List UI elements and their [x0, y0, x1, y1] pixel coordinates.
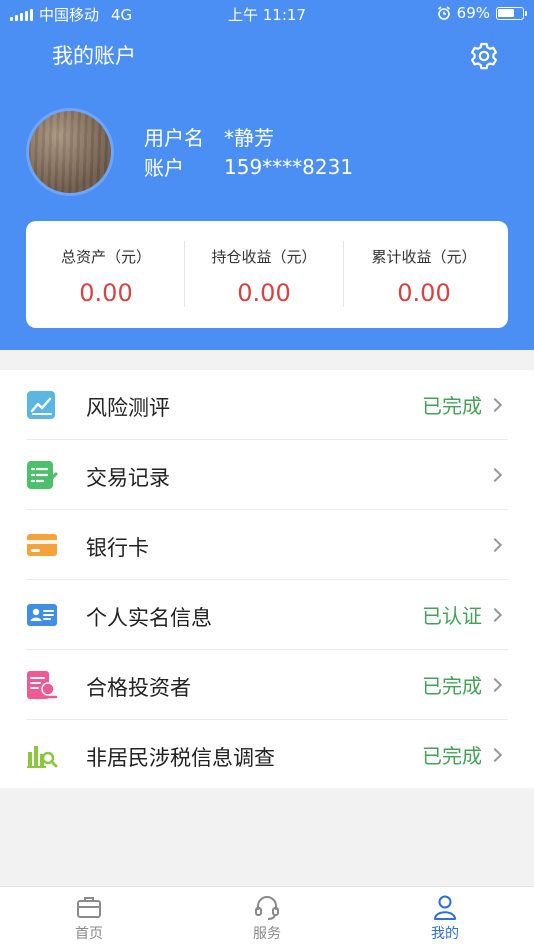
- menu-item-tax-survey[interactable]: 非居民涉税信息调查 已完成: [0, 720, 534, 790]
- tab-label: 服务: [253, 926, 281, 942]
- menu-status: 已认证: [422, 604, 482, 628]
- briefcase-icon: [77, 897, 101, 918]
- cumulative-earnings[interactable]: 累计收益（元） 0.00: [344, 221, 504, 328]
- tab-service[interactable]: 服务: [178, 887, 356, 950]
- holding-earnings-value: 0.00: [237, 279, 291, 307]
- menu-status: 已完成: [422, 674, 482, 698]
- id-card-icon: [27, 604, 57, 626]
- chevron-right-icon: [487, 677, 503, 693]
- username-value: *静芳: [224, 126, 274, 150]
- chevron-right-icon: [487, 537, 503, 553]
- qualified-investor-icon: [27, 671, 58, 699]
- menu-status: 已完成: [422, 394, 482, 418]
- gear-icon[interactable]: [468, 40, 500, 72]
- menu-label: 非居民涉税信息调查: [86, 746, 275, 770]
- menu-item-bank-card[interactable]: 银行卡: [0, 510, 534, 580]
- total-assets-label: 总资产（元）: [60, 248, 151, 266]
- alarm-icon: [437, 6, 450, 20]
- holding-earnings[interactable]: 持仓收益（元） 0.00: [184, 221, 344, 328]
- asset-summary-card: 总资产（元） 0.00 持仓收益（元） 0.00 累计收益（元） 0.00: [26, 221, 508, 328]
- chevron-right-icon: [487, 467, 503, 483]
- status-bar: 中国移动 4G 上午 11:17 69%: [0, 0, 534, 28]
- account-menu: 风险测评 已完成 交易记录 银行卡 个人实名信息 已认证 合格投资者 已完成 非…: [0, 370, 534, 788]
- tab-mine[interactable]: 我的: [356, 887, 534, 950]
- risk-assessment-icon: [27, 391, 55, 419]
- tab-bar: 首页 服务 我的: [0, 886, 534, 950]
- tab-label: 首页: [75, 926, 103, 942]
- menu-label: 银行卡: [86, 536, 149, 560]
- headset-icon: [255, 896, 279, 920]
- battery-icon: [496, 6, 527, 20]
- menu-label: 个人实名信息: [86, 606, 212, 630]
- chevron-right-icon: [487, 607, 503, 623]
- tab-label: 我的: [431, 926, 459, 942]
- cumulative-earnings-label: 累计收益（元）: [371, 248, 477, 266]
- total-assets-value: 0.00: [79, 279, 133, 307]
- battery-percentage: 69%: [456, 4, 490, 22]
- menu-item-transaction-record[interactable]: 交易记录: [0, 440, 534, 510]
- account-value: 159****8231: [224, 155, 354, 179]
- tab-home[interactable]: 首页: [0, 887, 178, 950]
- holding-earnings-label: 持仓收益（元）: [211, 248, 317, 266]
- menu-status: 已完成: [422, 744, 482, 768]
- tax-survey-icon: [27, 746, 58, 768]
- bank-card-icon: [27, 534, 57, 556]
- person-icon: [434, 895, 456, 920]
- menu-label: 风险测评: [86, 396, 170, 420]
- page-title: 我的账户: [52, 44, 136, 68]
- chevron-right-icon: [487, 397, 503, 413]
- cumulative-earnings-value: 0.00: [397, 279, 451, 307]
- menu-item-real-name-info[interactable]: 个人实名信息 已认证: [0, 580, 534, 650]
- menu-label: 交易记录: [86, 466, 170, 490]
- menu-item-risk-assessment[interactable]: 风险测评 已完成: [0, 370, 534, 440]
- chevron-right-icon: [487, 747, 503, 763]
- transaction-record-icon: [27, 461, 58, 489]
- account-label: 账户: [144, 156, 184, 180]
- menu-item-qualified-investor[interactable]: 合格投资者 已完成: [0, 650, 534, 720]
- username-label: 用户名: [144, 126, 204, 150]
- avatar[interactable]: [26, 108, 114, 196]
- total-assets[interactable]: 总资产（元） 0.00: [26, 221, 186, 328]
- menu-label: 合格投资者: [86, 676, 191, 700]
